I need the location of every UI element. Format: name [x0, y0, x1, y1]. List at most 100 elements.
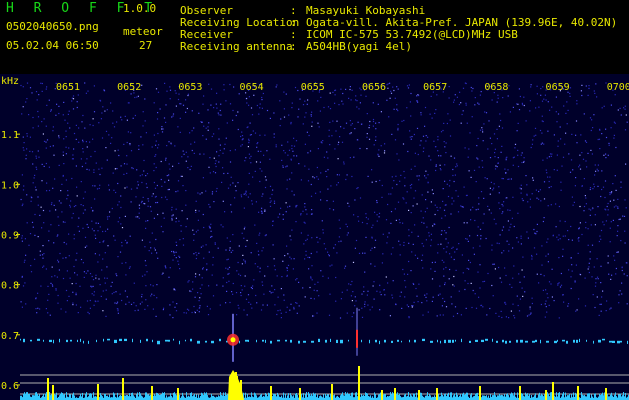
noise-dot [88, 169, 90, 171]
noise-dot [353, 312, 355, 314]
baseline-noise-bar [462, 393, 463, 400]
noise-dot [172, 113, 175, 115]
noise-dot [576, 142, 578, 144]
noise-dot [351, 89, 353, 91]
baseline-noise-bar [399, 393, 400, 400]
noise-dot [130, 201, 132, 203]
noise-dot [613, 137, 615, 139]
noise-dot [141, 181, 143, 184]
spectrogram-panel: 0651 0652 0653 0654 0655 0656 0657 0658 0659 0700… [0, 74, 629, 400]
noise-dot [120, 195, 122, 197]
baseline-noise-bar [259, 396, 260, 400]
baseline-noise-bar [145, 392, 146, 400]
baseline-noise-bar [292, 396, 293, 400]
noise-dot [156, 297, 158, 299]
noise-dot [41, 82, 43, 85]
noise-dot [372, 125, 374, 127]
baseline-noise-bar [319, 396, 320, 400]
baseline-noise-bar [521, 393, 522, 400]
noise-dot [304, 206, 306, 208]
noise-dot [567, 305, 569, 307]
noise-dot [538, 190, 540, 193]
noise-dot [293, 194, 295, 196]
noise-dot [81, 121, 83, 123]
baseline-noise-bar [538, 394, 539, 400]
noise-dot [560, 284, 563, 286]
noise-dot [57, 216, 59, 218]
noise-dot [519, 298, 521, 300]
noise-dot [93, 169, 95, 171]
noise-dot [489, 193, 491, 195]
noise-dot [615, 189, 617, 191]
noise-dot [146, 173, 149, 175]
noise-dot [477, 137, 479, 140]
noise-dot [613, 206, 615, 208]
noise-dot [171, 219, 173, 221]
baseline-noise-bar [344, 395, 345, 400]
noise-dot [379, 309, 381, 311]
noise-dot [337, 158, 339, 160]
noise-dot [422, 245, 425, 247]
noise-dot [505, 172, 507, 174]
noise-dot [531, 258, 533, 260]
noise-dot [598, 240, 600, 243]
noise-dot [156, 252, 158, 254]
noise-dot [459, 91, 461, 93]
noise-dot [114, 168, 116, 170]
noise-dot [97, 222, 99, 224]
noise-dot [596, 168, 598, 170]
noise-dot [156, 118, 159, 120]
noise-dot [482, 131, 484, 133]
noise-dot [585, 221, 587, 223]
noise-dot [125, 274, 127, 276]
baseline-noise-bar [70, 394, 71, 400]
noise-dot [284, 255, 286, 257]
frequency-tick-label: 0.9 [1, 230, 19, 241]
noise-dot [41, 121, 43, 123]
carrier-segment [318, 338, 320, 343]
noise-dot [208, 83, 210, 85]
noise-dot [182, 244, 185, 246]
baseline-noise-bar [393, 393, 394, 400]
noise-dot [223, 148, 225, 150]
noise-dot [367, 304, 369, 306]
noise-dot [532, 179, 534, 181]
noise-dot [124, 239, 127, 241]
noise-dot [102, 290, 104, 292]
noise-dot [588, 262, 590, 264]
noise-dot [603, 224, 605, 226]
noise-dot [291, 172, 293, 174]
noise-dot [248, 301, 250, 303]
noise-dot [57, 259, 59, 261]
noise-dot [379, 291, 381, 293]
baseline-noise-bar [612, 395, 613, 400]
noise-dot [468, 170, 470, 172]
noise-dot [138, 204, 140, 206]
baseline-noise-bar [287, 395, 288, 400]
noise-dot [254, 263, 256, 265]
noise-dot [317, 100, 319, 102]
noise-dot [218, 114, 220, 116]
noise-dot [425, 170, 427, 172]
noise-dot [35, 91, 38, 93]
baseline-noise-bar [556, 392, 557, 400]
noise-dot [200, 246, 202, 248]
noise-dot [199, 305, 201, 307]
frequency-tick-label: 0.7 [1, 331, 19, 342]
noise-dot [475, 181, 477, 183]
noise-dot [259, 161, 261, 163]
noise-dot [424, 211, 426, 213]
baseline-noise-bar [310, 395, 311, 400]
noise-dot [350, 132, 352, 134]
noise-dot [189, 290, 191, 292]
baseline-noise-bar [598, 396, 599, 400]
noise-dot [625, 163, 627, 165]
noise-dot [75, 294, 77, 296]
noise-dot [531, 297, 533, 299]
noise-dot [493, 218, 495, 220]
noise-dot [349, 88, 351, 91]
noise-dot [408, 317, 410, 319]
noise-dot [482, 306, 484, 308]
noise-dot [518, 310, 521, 312]
noise-dot [22, 86, 24, 88]
